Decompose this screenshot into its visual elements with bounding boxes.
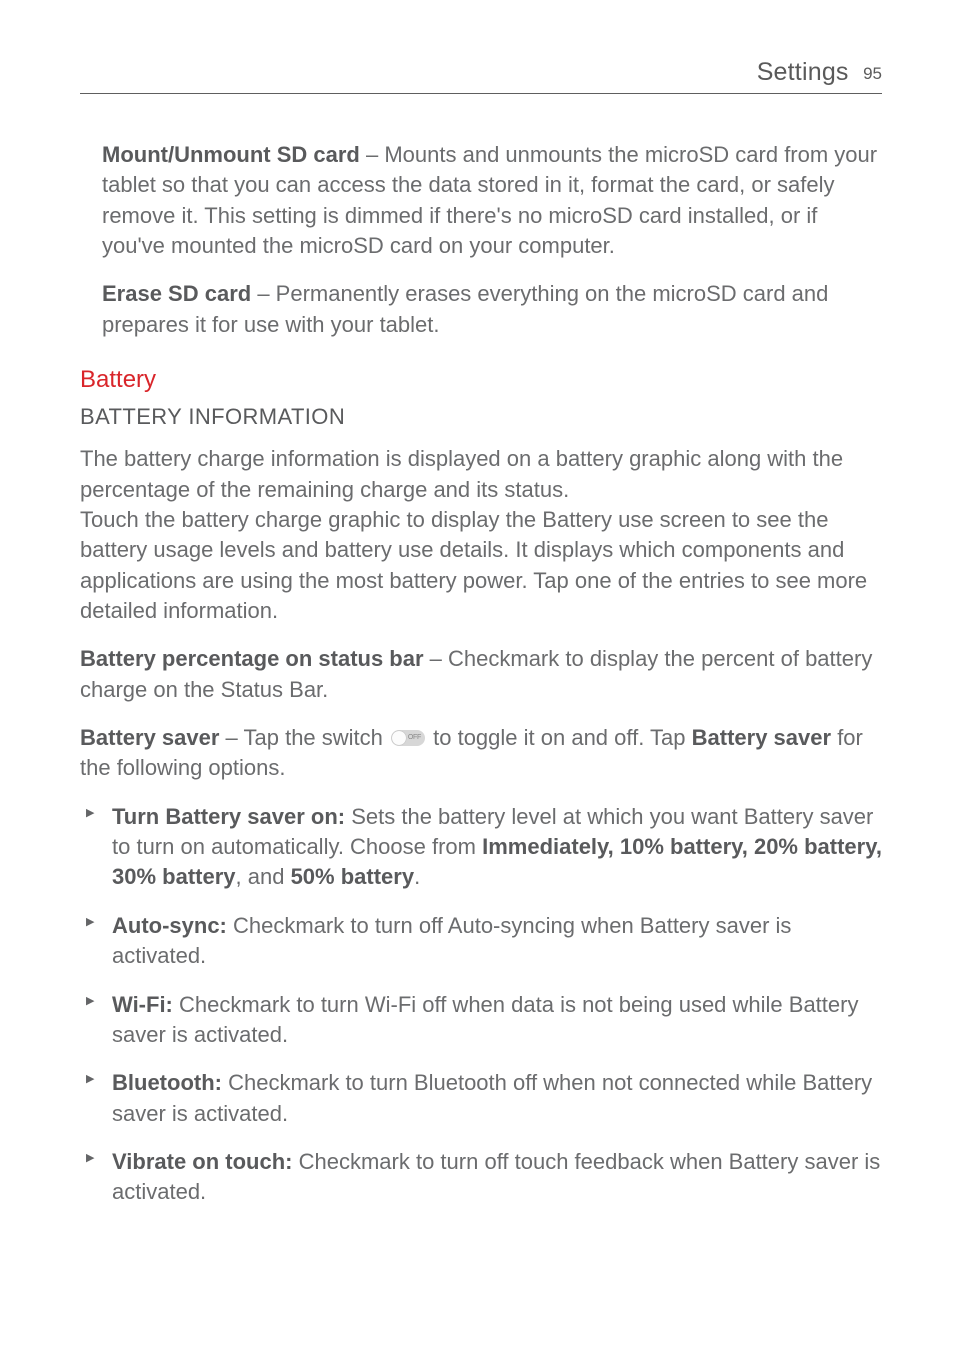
list-item: Vibrate on touch: Checkmark to turn off … bbox=[86, 1147, 882, 1208]
page-number: 95 bbox=[863, 64, 882, 83]
battery-intro: The battery charge information is displa… bbox=[80, 444, 882, 626]
item-label: Wi-Fi: bbox=[112, 992, 173, 1017]
item-text: Checkmark to turn Wi-Fi off when data is… bbox=[112, 992, 858, 1047]
battery-intro-p1: The battery charge information is displa… bbox=[80, 446, 843, 501]
erase-label: Erase SD card bbox=[102, 281, 251, 306]
page-header: Settings 95 bbox=[80, 58, 882, 94]
item-options-2: 50% battery bbox=[291, 864, 415, 889]
item-text: Checkmark to turn Bluetooth off when not… bbox=[112, 1070, 872, 1125]
battery-saver-label-2: Battery saver bbox=[692, 725, 831, 750]
battery-saver-entry: Battery saver – Tap the switch to toggle… bbox=[80, 723, 882, 784]
mount-label: Mount/Unmount SD card bbox=[102, 142, 360, 167]
battery-heading: Battery bbox=[80, 366, 882, 394]
mount-entry: Mount/Unmount SD card – Mounts and unmou… bbox=[102, 140, 882, 261]
battery-saver-options-list: Turn Battery saver on: Sets the battery … bbox=[80, 802, 882, 1208]
battery-saver-text-1: – Tap the switch bbox=[219, 725, 389, 750]
item-label: Auto-sync: bbox=[112, 913, 227, 938]
list-item: Wi-Fi: Checkmark to turn Wi-Fi off when … bbox=[86, 990, 882, 1051]
list-item: Turn Battery saver on: Sets the battery … bbox=[86, 802, 882, 893]
toggle-off-icon bbox=[391, 730, 425, 746]
item-label: Vibrate on touch: bbox=[112, 1149, 293, 1174]
battery-subheading: BATTERY INFORMATION bbox=[80, 404, 882, 430]
item-text-3: . bbox=[414, 864, 420, 889]
battery-intro-p2: Touch the battery charge graphic to disp… bbox=[80, 507, 867, 623]
erase-entry: Erase SD card – Permanently erases every… bbox=[102, 279, 882, 340]
battery-percentage-label: Battery percentage on status bar bbox=[80, 646, 424, 671]
header-section-title: Settings bbox=[757, 58, 849, 86]
list-item: Auto-sync: Checkmark to turn off Auto-sy… bbox=[86, 911, 882, 972]
battery-saver-text-2: to toggle it on and off. Tap bbox=[427, 725, 692, 750]
item-text-2: , and bbox=[236, 864, 291, 889]
list-item: Bluetooth: Checkmark to turn Bluetooth o… bbox=[86, 1068, 882, 1129]
battery-percentage-entry: Battery percentage on status bar – Check… bbox=[80, 644, 882, 705]
document-page: Settings 95 Mount/Unmount SD card – Moun… bbox=[0, 0, 954, 1286]
battery-saver-label-1: Battery saver bbox=[80, 725, 219, 750]
item-label: Bluetooth: bbox=[112, 1070, 222, 1095]
item-label: Turn Battery saver on: bbox=[112, 804, 345, 829]
